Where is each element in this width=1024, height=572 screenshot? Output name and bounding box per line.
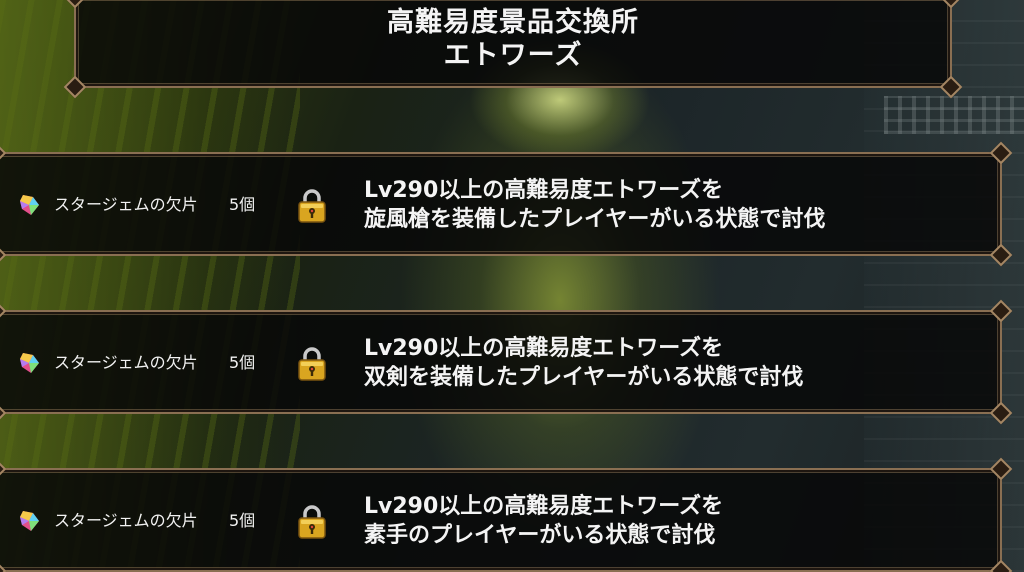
padlock-icon bbox=[298, 347, 326, 381]
reward-item-name: スタージェムの欠片 bbox=[54, 195, 198, 214]
unlock-condition-line2: 双剣を装備したプレイヤーがいる状態で討伐 bbox=[364, 365, 804, 390]
game-screen: 高難易度景品交換所 エトワーズ スタージェムの欠片 5個 Lv290以上の高難易… bbox=[0, 0, 1024, 572]
reward-row[interactable]: スタージェムの欠片 5個 Lv290以上の高難易度エトワーズを 旋風槍を装備した… bbox=[0, 141, 1013, 267]
reward-row[interactable]: スタージェムの欠片 5個 Lv290以上の高難易度エトワーズを 双剣を装備したプ… bbox=[0, 299, 1013, 425]
reward-quantity: 5個 bbox=[229, 195, 256, 214]
title-panel: 高難易度景品交換所 エトワーズ bbox=[63, 0, 963, 99]
reward-quantity: 5個 bbox=[229, 353, 256, 372]
unlock-condition-line1: Lv290以上の高難易度エトワーズを bbox=[364, 336, 724, 361]
frame-corner-ornament bbox=[0, 559, 7, 572]
page-title: 高難易度景品交換所 エトワーズ bbox=[76, 6, 950, 72]
padlock-icon bbox=[298, 505, 326, 539]
unlock-condition: Lv290以上の高難易度エトワーズを 素手のプレイヤーがいる状態で討伐 bbox=[364, 492, 723, 550]
star-gem-fragment-icon bbox=[20, 511, 39, 531]
unlock-condition-line2: 旋風槍を装備したプレイヤーがいる状態で討伐 bbox=[364, 207, 826, 232]
page-title-line2: エトワーズ bbox=[443, 40, 583, 71]
padlock-icon bbox=[298, 189, 326, 223]
unlock-condition-line1: Lv290以上の高難易度エトワーズを bbox=[364, 178, 724, 203]
reward-item-name: スタージェムの欠片 bbox=[54, 511, 198, 530]
unlock-condition-line2: 素手のプレイヤーがいる状態で討伐 bbox=[364, 523, 716, 548]
background-meander-frieze bbox=[884, 96, 1024, 134]
unlock-condition: Lv290以上の高難易度エトワーズを 双剣を装備したプレイヤーがいる状態で討伐 bbox=[364, 334, 803, 392]
reward-quantity: 5個 bbox=[229, 511, 256, 530]
unlock-condition-line1: Lv290以上の高難易度エトワーズを bbox=[364, 494, 724, 519]
page-title-line1: 高難易度景品交換所 bbox=[387, 7, 639, 38]
unlock-condition: Lv290以上の高難易度エトワーズを 旋風槍を装備したプレイヤーがいる状態で討伐 bbox=[364, 176, 825, 234]
star-gem-fragment-icon bbox=[20, 195, 39, 215]
reward-row[interactable]: スタージェムの欠片 5個 Lv290以上の高難易度エトワーズを 素手のプレイヤー… bbox=[0, 457, 1013, 572]
star-gem-fragment-icon bbox=[20, 353, 39, 373]
reward-item-name: スタージェムの欠片 bbox=[54, 353, 198, 372]
